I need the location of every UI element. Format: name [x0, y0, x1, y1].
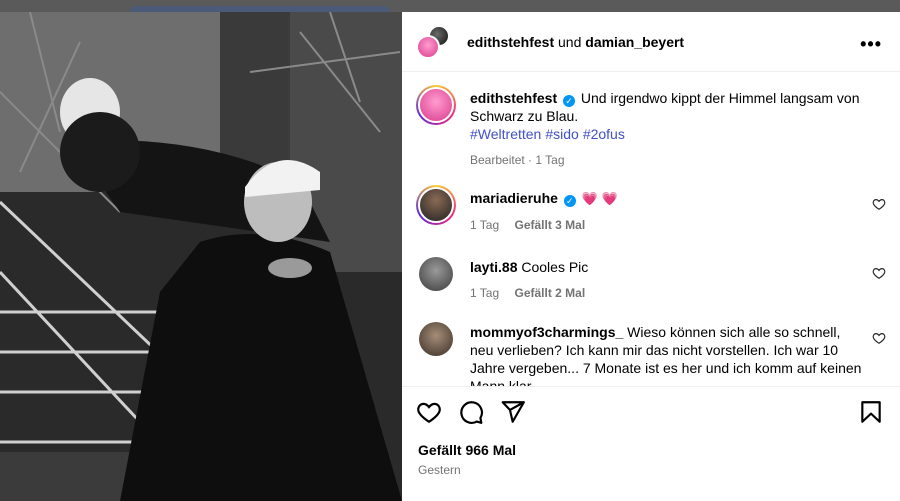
commenter-avatar[interactable] — [419, 322, 453, 356]
browser-backdrop — [0, 0, 900, 12]
heart-icon[interactable] — [872, 331, 886, 345]
post-dialog: edithstehfest und damian_beyert ••• edit… — [0, 12, 900, 501]
author-link-1[interactable]: edithstehfest — [467, 34, 554, 50]
like-heart-icon[interactable] — [416, 399, 442, 425]
hashtag-link[interactable]: #sido — [545, 126, 578, 142]
heart-icon[interactable] — [872, 266, 886, 280]
more-horizontal-icon[interactable]: ••• — [860, 34, 882, 55]
post-image[interactable] — [0, 12, 402, 501]
comment-text: 💗 💗 — [581, 191, 618, 206]
story-ring[interactable] — [416, 85, 456, 125]
post-header: edithstehfest und damian_beyert ••• — [402, 12, 900, 72]
heart-icon[interactable] — [872, 197, 886, 211]
caption-avatar[interactable] — [418, 87, 454, 123]
hashtag-link[interactable]: #Weltretten — [470, 126, 541, 142]
comment-age[interactable]: 1 Tag — [470, 218, 499, 232]
comment-meta: 1 Tag Gefällt 2 Mal — [470, 284, 865, 302]
avatar-edith[interactable] — [416, 34, 440, 59]
story-ring[interactable] — [416, 185, 456, 225]
comment-likes[interactable]: Gefällt 3 Mal — [514, 218, 585, 232]
post-actions: Gefällt 966 Mal Gestern — [402, 386, 900, 501]
commenter-avatar[interactable] — [418, 187, 454, 223]
comment-username[interactable]: layti.88 — [470, 259, 517, 275]
verified-badge-icon: ✓ — [563, 95, 576, 107]
post-date[interactable]: Gestern — [418, 463, 461, 477]
post-side-panel: edithstehfest und damian_beyert ••• edit… — [402, 12, 900, 501]
caption-age[interactable]: 1 Tag — [535, 153, 564, 167]
caption-meta: Bearbeitet · 1 Tag — [470, 153, 565, 167]
comment-username[interactable]: mariadieruhe — [470, 190, 558, 206]
comments-list[interactable]: edithstehfest ✓ Und irgendwo kippt der H… — [402, 73, 900, 386]
post-authors: edithstehfest und damian_beyert — [467, 34, 684, 50]
commenter-avatar[interactable] — [419, 257, 453, 291]
comment-likes[interactable]: Gefällt 2 Mal — [514, 286, 585, 300]
bookmark-icon[interactable] — [858, 399, 884, 425]
comment-bubble-icon[interactable] — [458, 399, 484, 425]
caption-hashtags: #Weltretten #sido #2ofus — [470, 125, 865, 143]
comment-username[interactable]: mommyof3charmings_ — [470, 324, 623, 340]
share-send-icon[interactable] — [500, 399, 526, 425]
verified-badge-icon: ✓ — [563, 195, 576, 207]
photo-illustration — [0, 12, 402, 501]
comment-age[interactable]: 1 Tag — [470, 286, 499, 300]
author-connector: und — [558, 33, 582, 50]
collab-avatars[interactable] — [416, 24, 450, 59]
comment-text: Cooles Pic — [521, 259, 589, 275]
hashtag-link[interactable]: #2ofus — [583, 126, 625, 142]
author-link-2[interactable]: damian_beyert — [585, 34, 684, 50]
comment-meta: 1 Tag Gefällt 3 Mal — [470, 216, 865, 234]
caption-username[interactable]: edithstehfest — [470, 90, 557, 106]
edited-label: Bearbeitet — [470, 153, 525, 167]
like-count[interactable]: Gefällt 966 Mal — [418, 442, 516, 458]
